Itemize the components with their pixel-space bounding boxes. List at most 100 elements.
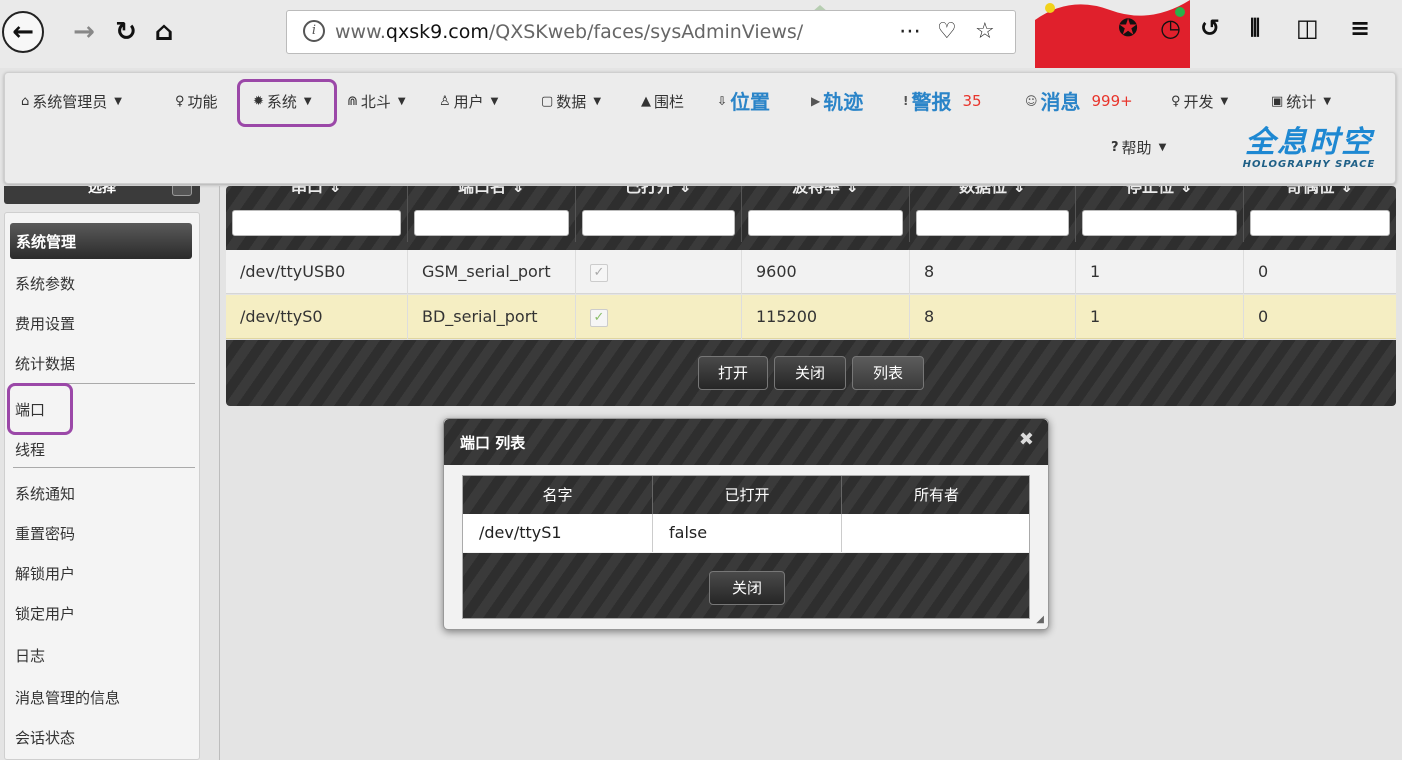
menu-alarm[interactable]: ! 警报 35 <box>903 86 982 115</box>
table-row[interactable]: /dev/ttyUSB0 GSM_serial_port ✓ 9600 8 1 … <box>226 250 1396 294</box>
play-icon: ▶ <box>811 93 821 108</box>
filter-input[interactable] <box>748 210 903 236</box>
column-header-port[interactable]: 串口 ⇕ <box>226 186 408 242</box>
sidebar-item-message-info[interactable]: 消息管理的信息 <box>15 687 120 708</box>
app-navbar: ⌂ 系统管理员 ▼ ♀ 功能 ✹ 系统 ▼ ⋒ 北斗 ▼ ♙ 用户 ▼ ▢ 数据… <box>4 72 1396 184</box>
home-icon: ⌂ <box>21 94 30 109</box>
menu-sysadmin[interactable]: ⌂ 系统管理员 ▼ <box>21 91 122 112</box>
table-header: 串口 ⇕ 端口名 ⇕ 已打开 ⇕ 波特率 ⇕ 数据位 ⇕ 停止位 ⇕ 奇偶位 ⇕ <box>226 186 1396 250</box>
extension-icon[interactable]: ✪ <box>1118 14 1138 42</box>
sidebar-item-log[interactable]: 日志 <box>15 645 45 666</box>
menu-beidou[interactable]: ⋒ 北斗 ▼ <box>347 91 406 112</box>
filter-input[interactable] <box>1082 210 1237 236</box>
sidebar-icon[interactable]: ◫ <box>1296 14 1319 42</box>
menu-statistics[interactable]: ▣ 统计 ▼ <box>1271 91 1331 112</box>
menu-data[interactable]: ▢ 数据 ▼ <box>541 91 601 112</box>
filter-input[interactable] <box>916 210 1069 236</box>
menu-message[interactable]: ☺ 消息 999+ <box>1025 86 1133 115</box>
brand-logo: 全息时空 HOLOGRAPHY SPACE <box>1227 127 1391 181</box>
browser-toolbar: ← → ↻ ⌂ i www.qxsk9.com/QXSKweb/faces/sy… <box>0 0 1402 68</box>
collapse-toggle-icon[interactable] <box>172 186 192 196</box>
home-icon: ⌂ <box>154 17 174 47</box>
caret-down-icon: ▼ <box>1323 96 1332 107</box>
more-icon[interactable]: ⋯ <box>899 19 921 44</box>
cell-baud: 115200 <box>742 295 910 339</box>
sidebar-item-notification[interactable]: 系统通知 <box>15 483 75 504</box>
sidebar-item-statistics[interactable]: 统计数据 <box>15 353 75 374</box>
sidebar-item-unlock-user[interactable]: 解锁用户 <box>15 563 75 584</box>
info-icon[interactable]: i <box>303 20 325 42</box>
menu-label: 数据 <box>556 93 587 111</box>
column-header-baud[interactable]: 波特率 ⇕ <box>742 186 910 242</box>
cell-parity: 0 <box>1258 262 1269 281</box>
history-icon[interactable]: ↺ <box>1200 14 1220 42</box>
column-header-stop-bits[interactable]: 停止位 ⇕ <box>1076 186 1244 242</box>
caret-down-icon: ▼ <box>593 96 602 107</box>
reload-button[interactable]: ↻ <box>106 12 146 52</box>
cell-opened: ✓ <box>576 295 742 339</box>
table-row-selected[interactable]: /dev/ttyS0 BD_serial_port ✓ 115200 8 1 0 <box>226 295 1396 339</box>
highlight-port-item <box>7 383 73 435</box>
menu-track[interactable]: ▶ 轨迹 <box>811 86 863 115</box>
lightbulb-icon: ♀ <box>175 94 185 109</box>
pocket-icon[interactable]: ♡ <box>937 19 957 44</box>
resize-grip-icon[interactable]: ◢ <box>1036 614 1044 625</box>
sidebar-item-lock-user[interactable]: 锁定用户 <box>15 603 75 624</box>
library-icon[interactable]: ⫴ <box>1250 14 1260 42</box>
column-header-data-bits[interactable]: 数据位 ⇕ <box>910 186 1076 242</box>
alarm-count-badge: 35 <box>962 91 982 110</box>
filter-input[interactable] <box>232 210 401 236</box>
dialog-column-name[interactable]: 名字 <box>463 476 653 514</box>
cell-data-bits: 8 <box>910 250 1076 294</box>
dialog-close-button[interactable]: 关闭 <box>709 571 785 605</box>
menu-location[interactable]: ⇩ 位置 <box>717 86 770 115</box>
cell-opened: ✓ <box>576 250 742 294</box>
address-bar[interactable]: i www.qxsk9.com/QXSKweb/faces/sysAdminVi… <box>286 10 1016 54</box>
sidebar-divider <box>13 467 195 468</box>
sidebar-item-thread[interactable]: 线程 <box>15 439 45 460</box>
column-header-opened[interactable]: 已打开 ⇕ <box>576 186 742 242</box>
list-button[interactable]: 列表 <box>852 356 924 390</box>
forward-button[interactable]: → <box>64 12 104 52</box>
port-list-dialog: 端口 列表 ✖ 名字 已打开 所有者 /dev/ttyS1 false 关闭 ◢ <box>443 418 1049 630</box>
filter-input[interactable] <box>414 210 569 236</box>
table-footer: 打开 关闭 列表 <box>226 340 1396 406</box>
sidebar-item-system-params[interactable]: 系统参数 <box>15 273 75 294</box>
caret-down-icon: ▼ <box>490 96 499 107</box>
home-button[interactable]: ⌂ <box>144 12 184 52</box>
reload-icon: ↻ <box>115 17 137 47</box>
column-header-parity[interactable]: 奇偶位 ⇕ <box>1244 186 1396 242</box>
menu-label: 轨迹 <box>823 90 864 114</box>
dialog-column-opened[interactable]: 已打开 <box>653 476 842 514</box>
filter-input[interactable] <box>1250 210 1390 236</box>
cell-stop-bits: 1 <box>1076 250 1244 294</box>
dialog-cell-name: /dev/ttyS1 <box>463 514 653 552</box>
open-button[interactable]: 打开 <box>698 356 768 390</box>
clock-icon[interactable]: ◷ <box>1160 14 1181 42</box>
menu-label: 警报 <box>911 90 952 114</box>
menu-develop[interactable]: ♀ 开发 ▼ <box>1171 91 1228 112</box>
sidebar-item-reset-password[interactable]: 重置密码 <box>15 523 75 544</box>
bookmark-star-icon[interactable]: ☆ <box>975 19 995 44</box>
menu-help[interactable]: ? 帮助 ▼ <box>1111 137 1166 158</box>
hamburger-menu-icon[interactable]: ≡ <box>1350 14 1370 42</box>
menu-label: 围栏 <box>654 93 685 111</box>
menu-label: 开发 <box>1183 93 1214 111</box>
filter-input[interactable] <box>582 210 735 236</box>
menu-user[interactable]: ♙ 用户 ▼ <box>439 91 498 112</box>
back-button[interactable]: ← <box>2 11 44 53</box>
close-button[interactable]: 关闭 <box>774 356 846 390</box>
sidebar-item-session-status[interactable]: 会话状态 <box>15 727 75 748</box>
menu-label: 用户 <box>453 93 484 111</box>
close-icon[interactable]: ✖ <box>1019 429 1034 450</box>
highlight-system-menu <box>237 79 337 127</box>
menu-label: 帮助 <box>1121 139 1152 157</box>
dialog-column-owner[interactable]: 所有者 <box>842 476 1029 514</box>
sidebar-item-system-admin[interactable]: 系统管理 <box>10 223 192 259</box>
column-header-port-name[interactable]: 端口名 ⇕ <box>408 186 576 242</box>
menu-fence[interactable]: ▲ 围栏 <box>641 91 684 112</box>
menu-function[interactable]: ♀ 功能 <box>175 91 218 112</box>
chart-icon: ▣ <box>1271 94 1284 109</box>
sidebar-item-fee-settings[interactable]: 费用设置 <box>15 313 75 334</box>
question-icon: ? <box>1111 140 1119 155</box>
